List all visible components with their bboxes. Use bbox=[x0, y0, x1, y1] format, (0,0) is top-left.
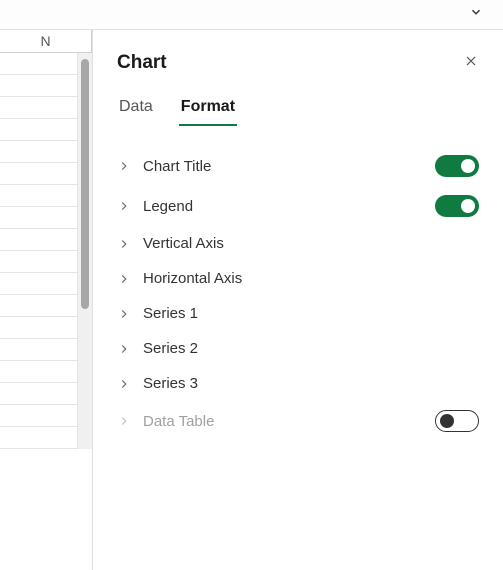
column-header[interactable]: N bbox=[0, 30, 92, 53]
toggle-knob bbox=[461, 159, 475, 173]
chevron-right-icon[interactable] bbox=[117, 307, 131, 321]
tab-format[interactable]: Format bbox=[179, 92, 237, 126]
option-left: Horizontal Axis bbox=[117, 270, 242, 287]
option-row: Data Table bbox=[117, 401, 479, 441]
spreadsheet-cell[interactable] bbox=[0, 229, 78, 251]
spreadsheet-cell[interactable] bbox=[0, 119, 78, 141]
option-left: Vertical Axis bbox=[117, 235, 224, 252]
chart-format-panel: Chart Data Format Chart Title Legend Verti… bbox=[92, 30, 503, 570]
toggle-switch[interactable] bbox=[435, 410, 479, 432]
option-row: Chart Title bbox=[117, 146, 479, 186]
option-left: Series 2 bbox=[117, 340, 198, 357]
spreadsheet-cell[interactable] bbox=[0, 427, 78, 449]
spreadsheet-cell[interactable] bbox=[0, 53, 78, 75]
spreadsheet-cell[interactable] bbox=[0, 251, 78, 273]
collapse-chevron-icon[interactable] bbox=[469, 5, 483, 24]
option-left: Chart Title bbox=[117, 158, 211, 175]
toggle-switch[interactable] bbox=[435, 155, 479, 177]
column-header-label: N bbox=[40, 33, 50, 49]
spreadsheet-grid: N bbox=[0, 30, 92, 570]
panel-tabs: Data Format bbox=[93, 92, 503, 126]
spreadsheet-cell[interactable] bbox=[0, 75, 78, 97]
format-options-list: Chart Title Legend Vertical Axis Horizontal… bbox=[93, 126, 503, 441]
spreadsheet-cell[interactable] bbox=[0, 141, 78, 163]
chevron-right-icon[interactable] bbox=[117, 272, 131, 286]
option-label[interactable]: Vertical Axis bbox=[143, 235, 224, 252]
option-label[interactable]: Series 1 bbox=[143, 305, 198, 322]
option-label[interactable]: Legend bbox=[143, 198, 193, 215]
chevron-right-icon[interactable] bbox=[117, 237, 131, 251]
spreadsheet-cell[interactable] bbox=[0, 185, 78, 207]
chevron-right-icon[interactable] bbox=[117, 342, 131, 356]
spreadsheet-cell[interactable] bbox=[0, 383, 78, 405]
toggle-switch[interactable] bbox=[435, 195, 479, 217]
chevron-right-icon[interactable] bbox=[117, 199, 131, 213]
spreadsheet-cell[interactable] bbox=[0, 317, 78, 339]
spreadsheet-cell[interactable] bbox=[0, 295, 78, 317]
chevron-right-icon bbox=[117, 414, 131, 428]
scrollbar-thumb[interactable] bbox=[81, 59, 89, 309]
spreadsheet-cell[interactable] bbox=[0, 273, 78, 295]
spreadsheet-cell[interactable] bbox=[0, 207, 78, 229]
toggle-knob bbox=[461, 199, 475, 213]
option-row: Legend bbox=[117, 186, 479, 226]
option-row: Series 3 bbox=[117, 366, 479, 401]
option-left: Series 3 bbox=[117, 375, 198, 392]
option-left: Data Table bbox=[117, 413, 214, 430]
option-row: Series 2 bbox=[117, 331, 479, 366]
chevron-right-icon[interactable] bbox=[117, 377, 131, 391]
option-row: Vertical Axis bbox=[117, 226, 479, 261]
option-label[interactable]: Series 3 bbox=[143, 375, 198, 392]
spreadsheet-cell[interactable] bbox=[0, 339, 78, 361]
chevron-right-icon[interactable] bbox=[117, 159, 131, 173]
option-label[interactable]: Horizontal Axis bbox=[143, 270, 242, 287]
option-left: Legend bbox=[117, 198, 193, 215]
close-button[interactable] bbox=[463, 53, 479, 74]
spreadsheet-cell[interactable] bbox=[0, 361, 78, 383]
option-label: Data Table bbox=[143, 413, 214, 430]
spreadsheet-cell[interactable] bbox=[0, 405, 78, 427]
option-row: Horizontal Axis bbox=[117, 261, 479, 296]
option-left: Series 1 bbox=[117, 305, 198, 322]
option-row: Series 1 bbox=[117, 296, 479, 331]
panel-title: Chart bbox=[117, 52, 167, 74]
option-label[interactable]: Chart Title bbox=[143, 158, 211, 175]
toggle-knob bbox=[440, 414, 454, 428]
vertical-scrollbar[interactable] bbox=[78, 53, 92, 449]
spreadsheet-cell[interactable] bbox=[0, 97, 78, 119]
tab-data[interactable]: Data bbox=[117, 92, 155, 126]
top-bar bbox=[0, 0, 503, 30]
option-label[interactable]: Series 2 bbox=[143, 340, 198, 357]
spreadsheet-cell[interactable] bbox=[0, 163, 78, 185]
